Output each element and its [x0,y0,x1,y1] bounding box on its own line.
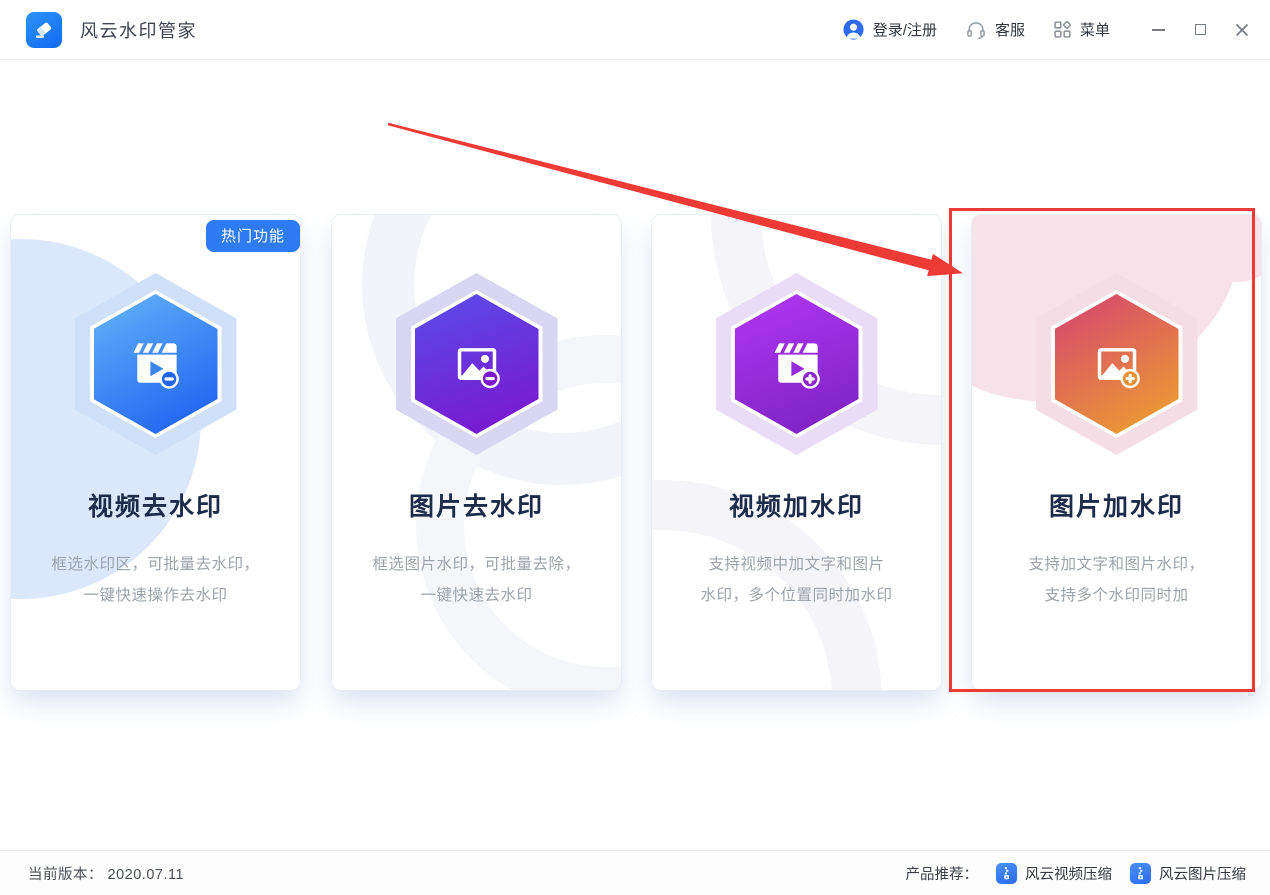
app-logo-icon [26,11,62,48]
product-name: 风云视频压缩 [1025,866,1112,883]
recommend-label: 产品推荐： [905,866,979,883]
login-register-button[interactable]: 登录/注册 [842,18,937,41]
user-avatar-icon [843,19,864,40]
card-image-add-watermark[interactable]: 图片加水印 支持加文字和图片水印， 支持多个水印同时加 [971,214,1262,691]
statusbar: 当前版本： 2020.07.11 产品推荐： 风云视频压缩 风云图片压缩 [0,850,1270,895]
version-value: 2020.07.11 [107,866,185,883]
support-label: 客服 [994,22,1025,39]
video-remove-watermark-icon [74,273,237,455]
window-controls [1150,22,1250,38]
version-label: 当前版本： [28,866,103,883]
product-link-image-compress[interactable]: 风云图片压缩 [1130,862,1246,884]
card-desc-line2: 一键快速操作去水印 [83,587,228,604]
card-title: 图片去水印 [408,493,544,521]
product-recommendations: 产品推荐： 风云视频压缩 风云图片压缩 [905,862,1246,884]
zip-compress-icon [996,862,1017,884]
headset-icon [967,21,985,39]
app-brand: 风云水印管家 [26,11,197,48]
support-button[interactable]: 客服 [965,19,1025,41]
card-desc-line2: 水印，多个位置同时加水印 [700,587,893,604]
card-description: 支持加文字和图片水印， 支持多个水印同时加 [972,549,1261,611]
image-add-watermark-icon [1035,273,1198,455]
card-title: 图片加水印 [1048,493,1184,521]
card-video-remove-watermark[interactable]: 热门功能 视频去水印 框选水印区，可批量去水印， 一键快速操作去水印 [10,214,301,691]
menu-label: 菜单 [1079,22,1110,39]
version-info: 当前版本： 2020.07.11 [28,863,184,884]
card-desc-line2: 支持多个水印同时加 [1044,587,1189,604]
hot-feature-badge: 热门功能 [205,220,300,252]
titlebar: 风云水印管家 登录/注册 客服 菜单 [0,0,1270,60]
card-desc-line2: 一键快速去水印 [420,587,533,604]
main-area: 热门功能 视频去水印 框选水印区，可批量去水印， 一键快速操作去水印 图片去水印… [0,61,1270,850]
menu-button[interactable]: 菜单 [1053,19,1110,40]
card-video-add-watermark[interactable]: 视频加水印 支持视频中加文字和图片 水印，多个位置同时加水印 [651,214,942,691]
card-description: 框选水印区，可批量去水印， 一键快速操作去水印 [11,549,300,611]
card-desc-line1: 支持视频中加文字和图片 [708,556,885,573]
titlebar-actions: 登录/注册 客服 菜单 [842,18,1250,41]
maximize-button[interactable] [1192,22,1208,38]
login-label: 登录/注册 [872,22,937,39]
product-name: 风云图片压缩 [1159,866,1246,883]
image-remove-watermark-icon [395,273,558,455]
app-title: 风云水印管家 [80,20,197,41]
card-description: 框选图片水印，可批量去除， 一键快速去水印 [332,549,621,611]
minimize-button[interactable] [1150,22,1166,38]
product-link-video-compress[interactable]: 风云视频压缩 [996,862,1112,884]
card-image-remove-watermark[interactable]: 图片去水印 框选图片水印，可批量去除， 一键快速去水印 [331,214,622,691]
grid-menu-icon [1054,21,1071,38]
card-desc-line1: 框选图片水印，可批量去除， [372,556,581,573]
zip-compress-icon [1130,862,1151,884]
card-desc-line1: 框选水印区，可批量去水印， [51,556,260,573]
card-title: 视频加水印 [728,493,864,521]
close-button[interactable] [1234,22,1250,38]
card-desc-line1: 支持加文字和图片水印， [1028,556,1205,573]
video-add-watermark-icon [715,273,878,455]
card-title: 视频去水印 [87,493,223,521]
card-description: 支持视频中加文字和图片 水印，多个位置同时加水印 [652,549,941,611]
